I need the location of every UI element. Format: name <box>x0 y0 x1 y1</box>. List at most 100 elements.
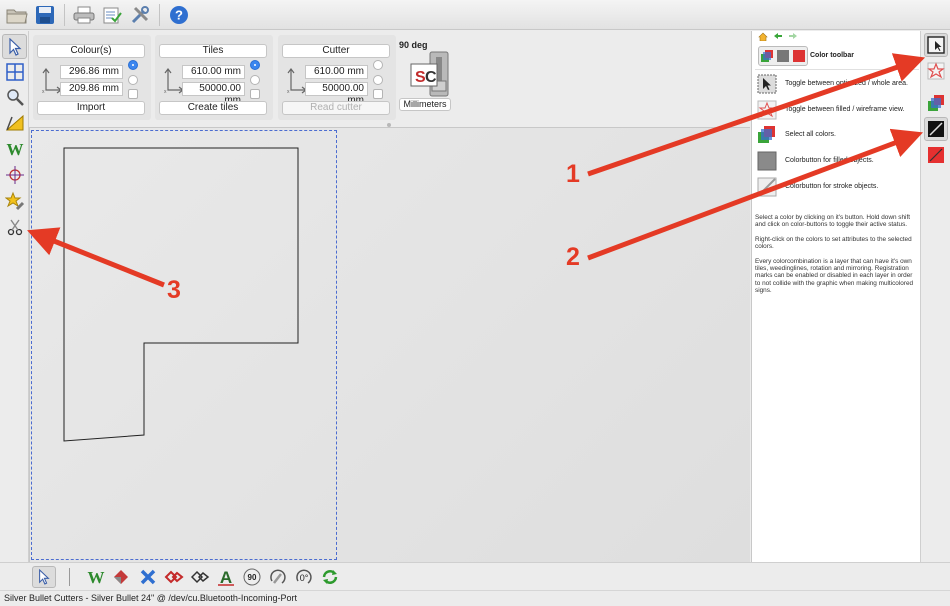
tiles-checkbox[interactable] <box>250 89 260 99</box>
svg-text:A: A <box>220 568 232 587</box>
select-all-colors-icon <box>761 50 773 62</box>
save-icon[interactable] <box>32 2 58 28</box>
scissors-icon[interactable] <box>2 214 27 239</box>
checklist-icon[interactable] <box>99 2 125 28</box>
fill-black-icon[interactable] <box>924 117 948 141</box>
registration-mark-icon[interactable] <box>2 162 27 187</box>
read-cutter-button[interactable]: Read cutter <box>282 101 390 115</box>
back-arrow-icon[interactable] <box>773 32 783 40</box>
filled-wireframe-icon <box>757 100 777 120</box>
home-icon[interactable] <box>758 32 768 41</box>
help-row-fill: Colorbutton for filled objects. <box>755 151 921 175</box>
help-panel: Color toolbar Toggle between optimized /… <box>751 31 920 562</box>
tools-icon[interactable] <box>127 2 153 28</box>
tiles-height-field[interactable]: 50000.00 mm <box>182 82 245 106</box>
tiles-group: Tiles x 610.00 mm 50000.00 mm Create til… <box>155 31 277 124</box>
import-button[interactable]: Import <box>37 101 145 115</box>
star-pencil-icon[interactable] <box>2 188 27 213</box>
callout-2: 2 <box>566 243 580 271</box>
tiles-radio-2[interactable] <box>250 75 260 85</box>
arrow-pointer-icon[interactable] <box>32 566 56 588</box>
rotation-label: 90 deg <box>399 40 428 50</box>
tiles-width-field[interactable]: 610.00 mm <box>182 65 245 79</box>
ruler-triangle-icon[interactable] <box>2 110 27 135</box>
help-row-text: Select all colors. <box>785 131 836 138</box>
tiles-header[interactable]: Tiles <box>159 44 267 58</box>
drawing-shape[interactable] <box>30 128 751 563</box>
svg-text:W: W <box>88 569 105 585</box>
bottom-toolbar: W A 90 0° <box>0 562 950 590</box>
cutter-width-field[interactable]: 610.00 mm <box>305 65 368 79</box>
fill-colorbutton-icon <box>777 50 789 62</box>
help-row-text: Toggle between filled / wireframe view. <box>785 106 905 113</box>
callout-1: 1 <box>566 160 580 188</box>
help-row-text: Colorbutton for filled objects. <box>785 157 874 164</box>
arrow-pointer-icon[interactable] <box>2 34 27 59</box>
svg-text:0°: 0° <box>300 573 309 583</box>
axis-icon: x <box>164 68 183 94</box>
optimized-area-icon[interactable] <box>924 33 948 57</box>
toolbar-separator <box>159 3 160 26</box>
units-button[interactable]: Millimeters <box>399 98 451 111</box>
select-all-colors-icon <box>758 126 775 143</box>
colours-radio-2[interactable] <box>128 75 138 85</box>
rotate-0-icon[interactable]: 0° <box>292 566 316 588</box>
stroke-red-icon[interactable] <box>924 143 948 167</box>
color-toolbar <box>920 31 950 562</box>
axis-icon: x <box>287 68 306 94</box>
weed-w-icon[interactable]: W <box>84 566 108 588</box>
help-row-filled: Toggle between filled / wireframe view. <box>755 100 921 124</box>
help-paragraph: Right-click on the colors to set attribu… <box>755 236 912 251</box>
help-row-stroke: Colorbutton for stroke objects. <box>755 177 921 201</box>
help-icon[interactable]: ? <box>166 2 192 28</box>
delete-x-icon[interactable] <box>136 566 160 588</box>
rotate-90-icon[interactable]: 90 <box>240 566 264 588</box>
svg-text:?: ? <box>175 7 183 22</box>
filled-wireframe-icon[interactable] <box>924 59 948 83</box>
cutter-device-icon[interactable]: S C <box>410 51 452 97</box>
cutter-header[interactable]: Cutter <box>282 44 390 58</box>
node-outline-icon[interactable] <box>188 566 212 588</box>
cutter-height-field[interactable]: 50000.00 mm <box>305 82 368 106</box>
svg-text:x: x <box>164 89 167 94</box>
print-icon[interactable] <box>71 2 97 28</box>
help-title: Color toolbar <box>810 52 854 59</box>
cutter-radio-1[interactable] <box>373 60 383 70</box>
toolbar-separator <box>69 568 70 586</box>
help-paragraph: Every colorcombination is a layer that c… <box>755 258 914 294</box>
colours-radio-1[interactable] <box>128 60 138 70</box>
select-all-colors-icon[interactable] <box>924 91 948 115</box>
refresh-icon[interactable] <box>318 566 342 588</box>
zoom-icon[interactable] <box>2 84 27 109</box>
drawing-canvas[interactable] <box>29 127 750 562</box>
svg-text:C: C <box>425 69 437 86</box>
forward-arrow-icon[interactable] <box>788 32 798 40</box>
svg-text:W: W <box>6 141 23 157</box>
weed-w-icon[interactable]: W <box>2 136 27 161</box>
tiles-grid-icon[interactable] <box>2 59 27 84</box>
parameter-panel: Colour(s) x 296.86 mm 209.86 mm Import T… <box>29 31 751 124</box>
toolbar-separator <box>64 3 65 26</box>
open-icon[interactable] <box>4 2 30 28</box>
help-row-text: Colorbutton for stroke objects. <box>785 183 879 190</box>
optimized-area-icon <box>757 74 777 94</box>
colours-checkbox[interactable] <box>128 89 138 99</box>
colours-header[interactable]: Colour(s) <box>37 44 145 58</box>
cutter-group: Cutter x 610.00 mm 50000.00 mm Read cutt… <box>278 31 400 124</box>
fill-colorbutton-icon <box>757 151 777 171</box>
colours-width-field[interactable]: 296.86 mm <box>60 65 123 79</box>
tiles-radio-1[interactable] <box>250 60 260 70</box>
weed-diamond-icon[interactable] <box>109 566 133 588</box>
colours-height-field[interactable]: 209.86 mm <box>60 82 123 96</box>
cutter-checkbox[interactable] <box>373 89 383 99</box>
axis-icon: x <box>42 68 61 94</box>
help-row-select-all: Select all colors. <box>755 125 921 149</box>
node-red-icon[interactable] <box>162 566 186 588</box>
rotate-free-icon[interactable] <box>266 566 290 588</box>
callout-3: 3 <box>167 276 181 304</box>
svg-text:x: x <box>287 89 290 94</box>
cutter-radio-2[interactable] <box>373 75 383 85</box>
svg-text:90: 90 <box>248 573 257 582</box>
text-a-icon[interactable]: A <box>214 566 238 588</box>
create-tiles-button[interactable]: Create tiles <box>159 101 267 115</box>
